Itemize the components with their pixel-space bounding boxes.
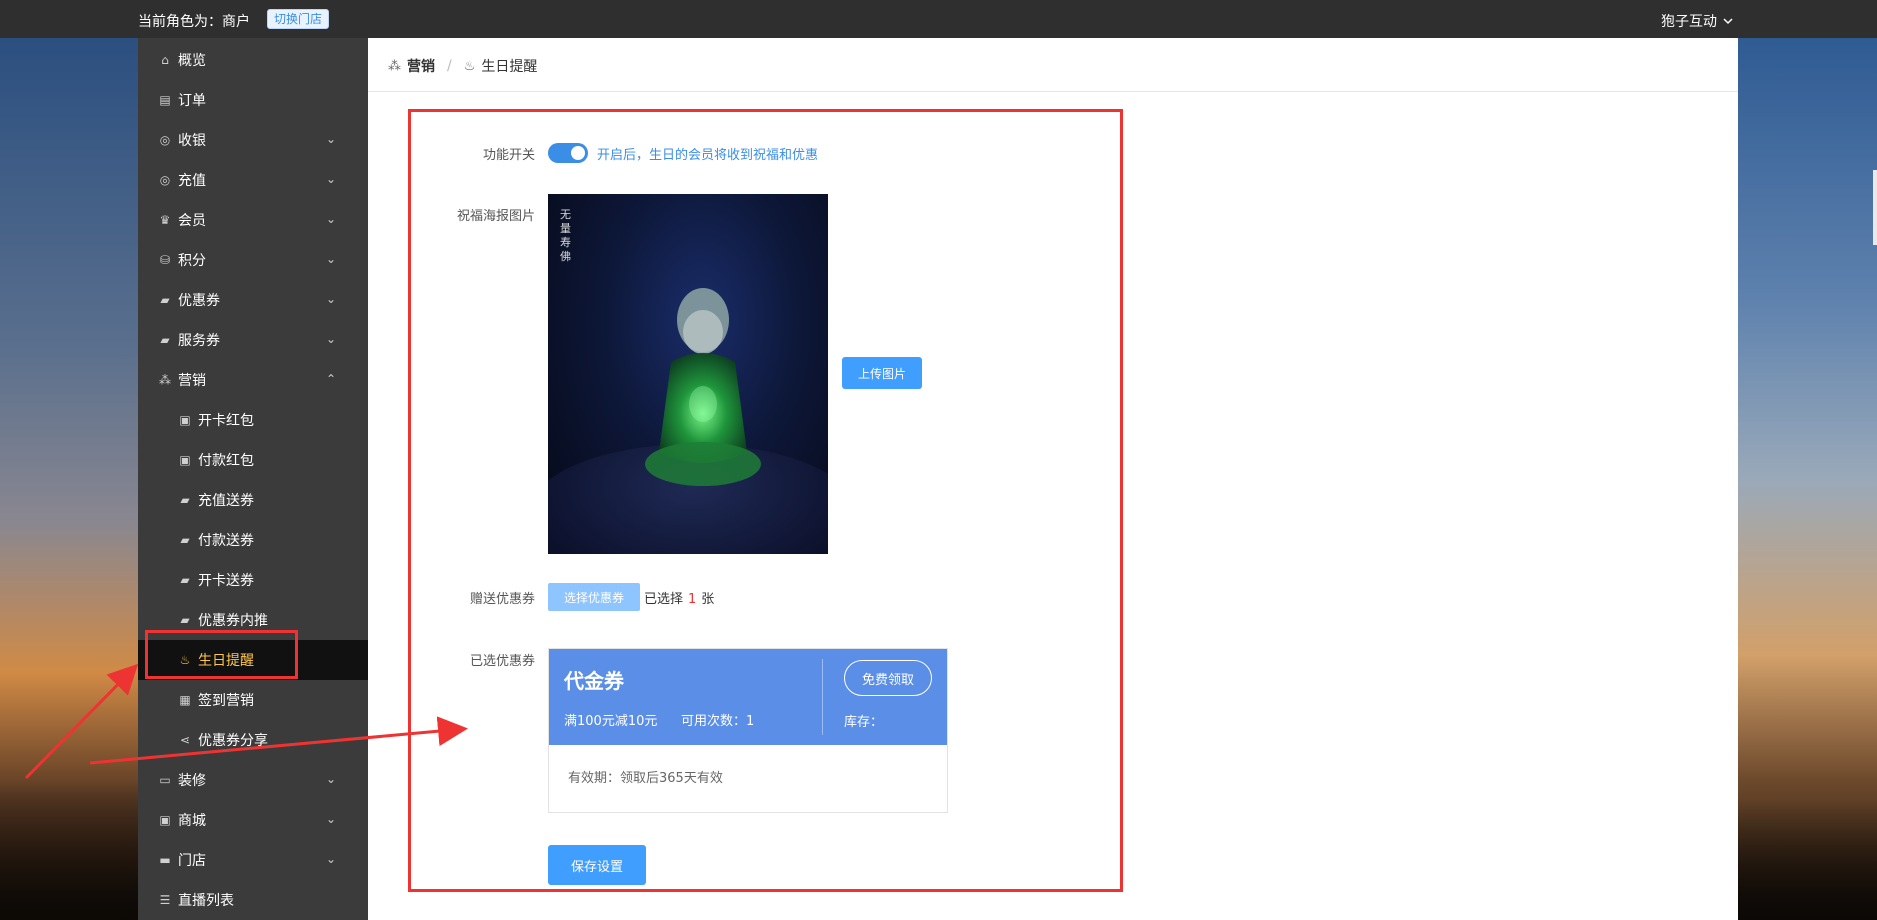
top-bar: 当前角色为：商户 切换门店 狍子互动: [0, 0, 1877, 38]
ticket-icon: ▰: [180, 533, 190, 547]
sidebar-item-store[interactable]: ▬ 门店 ⌄: [138, 840, 368, 880]
points-icon: ⛁: [159, 253, 171, 267]
ticket-icon: ▰: [180, 573, 190, 587]
sidebar-item-overview[interactable]: ⌂ 概览: [138, 40, 368, 80]
sidebar-item-label: 优惠券分享: [198, 733, 268, 749]
sidebar-item-payment-redpacket[interactable]: ▣ 付款红包: [138, 440, 368, 480]
chevron-down-icon: ⌄: [325, 292, 336, 306]
recharge-icon: ◎: [159, 173, 171, 187]
sidebar-item-label: 付款送券: [198, 533, 254, 549]
sidebar-item-label: 直播列表: [178, 893, 234, 909]
chevron-down-icon: [1723, 13, 1733, 29]
sidebar-item-open-card-redpacket[interactable]: ▣ 开卡红包: [138, 400, 368, 440]
chevron-down-icon: ⌄: [325, 212, 336, 226]
member-icon: ♛: [159, 213, 171, 227]
breadcrumb-current: 生日提醒: [481, 59, 538, 75]
sidebar-item-label: 会员: [178, 213, 206, 229]
sidebar-item-member[interactable]: ♛ 会员 ⌄: [138, 200, 368, 240]
mall-icon: ▣: [159, 813, 171, 827]
sidebar-item-live-list[interactable]: ☰ 直播列表: [138, 880, 368, 920]
share-icon: ⋖: [179, 733, 191, 747]
sidebar-item-orders[interactable]: ▤ 订单: [138, 80, 368, 120]
chevron-down-icon: ⌄: [325, 252, 336, 266]
sidebar-item-payment-coupon[interactable]: ▰ 付款送券: [138, 520, 368, 560]
home-icon: ⌂: [161, 53, 169, 67]
breadcrumb-separator: /: [447, 58, 452, 74]
sidebar-item-label: 优惠券: [178, 293, 220, 309]
sidebar-item-label: 积分: [178, 253, 206, 269]
calendar-icon: ▦: [179, 693, 191, 707]
sidebar-item-decorate[interactable]: ▭ 装修 ⌄: [138, 760, 368, 800]
sidebar-item-label: 优惠券内推: [198, 613, 268, 629]
marketing-icon: ⁂: [388, 58, 401, 74]
ticket-icon: ▰: [180, 613, 190, 627]
sidebar-item-coupon[interactable]: ▰ 优惠券 ⌄: [138, 280, 368, 320]
sidebar-item-marketing[interactable]: ⁂ 营销 ⌃: [138, 360, 368, 400]
breadcrumb-parent[interactable]: 营销: [407, 56, 435, 76]
decorate-icon: ▭: [159, 773, 171, 787]
divider: [368, 91, 1738, 92]
list-icon: ☰: [159, 893, 171, 907]
sidebar-item-label: 门店: [178, 853, 206, 869]
user-name: 狍子互动: [1661, 14, 1717, 30]
sidebar-item-recharge-coupon[interactable]: ▰ 充值送券: [138, 480, 368, 520]
background-sky-right: [1738, 38, 1877, 920]
cake-icon: ♨: [463, 58, 476, 74]
sidebar-item-open-card-coupon[interactable]: ▰ 开卡送券: [138, 560, 368, 600]
sidebar-item-recharge[interactable]: ◎ 充值 ⌄: [138, 160, 368, 200]
sidebar-item-label: 概览: [178, 53, 206, 69]
switch-store-button[interactable]: 切换门店: [267, 9, 330, 29]
sidebar-item-cashier[interactable]: ◎ 收银 ⌄: [138, 120, 368, 160]
background-sky-left: [0, 38, 138, 920]
sidebar-item-label: 付款红包: [198, 453, 254, 469]
service-coupon-icon: ▰: [160, 333, 170, 347]
sidebar-item-label: 开卡送券: [198, 573, 254, 589]
ticket-icon: ▰: [180, 493, 190, 507]
cashier-icon: ◎: [159, 133, 171, 147]
sidebar-item-service-coupon[interactable]: ▰ 服务券 ⌄: [138, 320, 368, 360]
sidebar-item-label: 商城: [178, 813, 206, 829]
chevron-down-icon: ⌄: [325, 772, 336, 786]
current-role-text: 当前角色为：商户: [138, 14, 250, 30]
sidebar-item-label: 装修: [178, 773, 206, 789]
marketing-icon: ⁂: [159, 373, 171, 387]
sidebar-item-label: 充值: [178, 173, 206, 189]
annotation-frame: [408, 109, 1123, 892]
annotation-nav-box: [145, 630, 298, 679]
order-icon: ▤: [159, 93, 171, 107]
sidebar-item-label: 服务券: [178, 333, 220, 349]
sidebar-item-label: 签到营销: [198, 693, 254, 709]
chevron-down-icon: ⌄: [325, 852, 336, 866]
sidebar: ⌂ 概览 ▤ 订单 ◎ 收银 ⌄ ◎ 充值 ⌄ ♛ 会员 ⌄ ⛁ 积分 ⌄ ▰ …: [138, 38, 368, 920]
redpacket-icon: ▣: [179, 413, 191, 427]
user-menu[interactable]: 狍子互动: [1661, 11, 1733, 31]
redpacket-icon: ▣: [179, 453, 191, 467]
sidebar-item-coupon-share[interactable]: ⋖ 优惠券分享: [138, 720, 368, 760]
breadcrumb: ⁂ 营销 / ♨ 生日提醒: [388, 56, 537, 76]
sidebar-item-label: 营销: [178, 373, 206, 389]
scroll-handle[interactable]: [1873, 170, 1877, 245]
chevron-up-icon: ⌃: [325, 372, 336, 386]
sidebar-item-points[interactable]: ⛁ 积分 ⌄: [138, 240, 368, 280]
chevron-down-icon: ⌄: [325, 132, 336, 146]
sidebar-item-label: 充值送券: [198, 493, 254, 509]
sidebar-item-mall[interactable]: ▣ 商城 ⌄: [138, 800, 368, 840]
sidebar-item-checkin-marketing[interactable]: ▦ 签到营销: [138, 680, 368, 720]
store-icon: ▬: [159, 853, 171, 867]
sidebar-item-label: 收银: [178, 133, 206, 149]
sidebar-item-label: 订单: [178, 93, 206, 109]
chevron-down-icon: ⌄: [325, 332, 336, 346]
sidebar-item-label: 开卡红包: [198, 413, 254, 429]
coupon-icon: ▰: [160, 293, 170, 307]
chevron-down-icon: ⌄: [325, 812, 336, 826]
chevron-down-icon: ⌄: [325, 172, 336, 186]
